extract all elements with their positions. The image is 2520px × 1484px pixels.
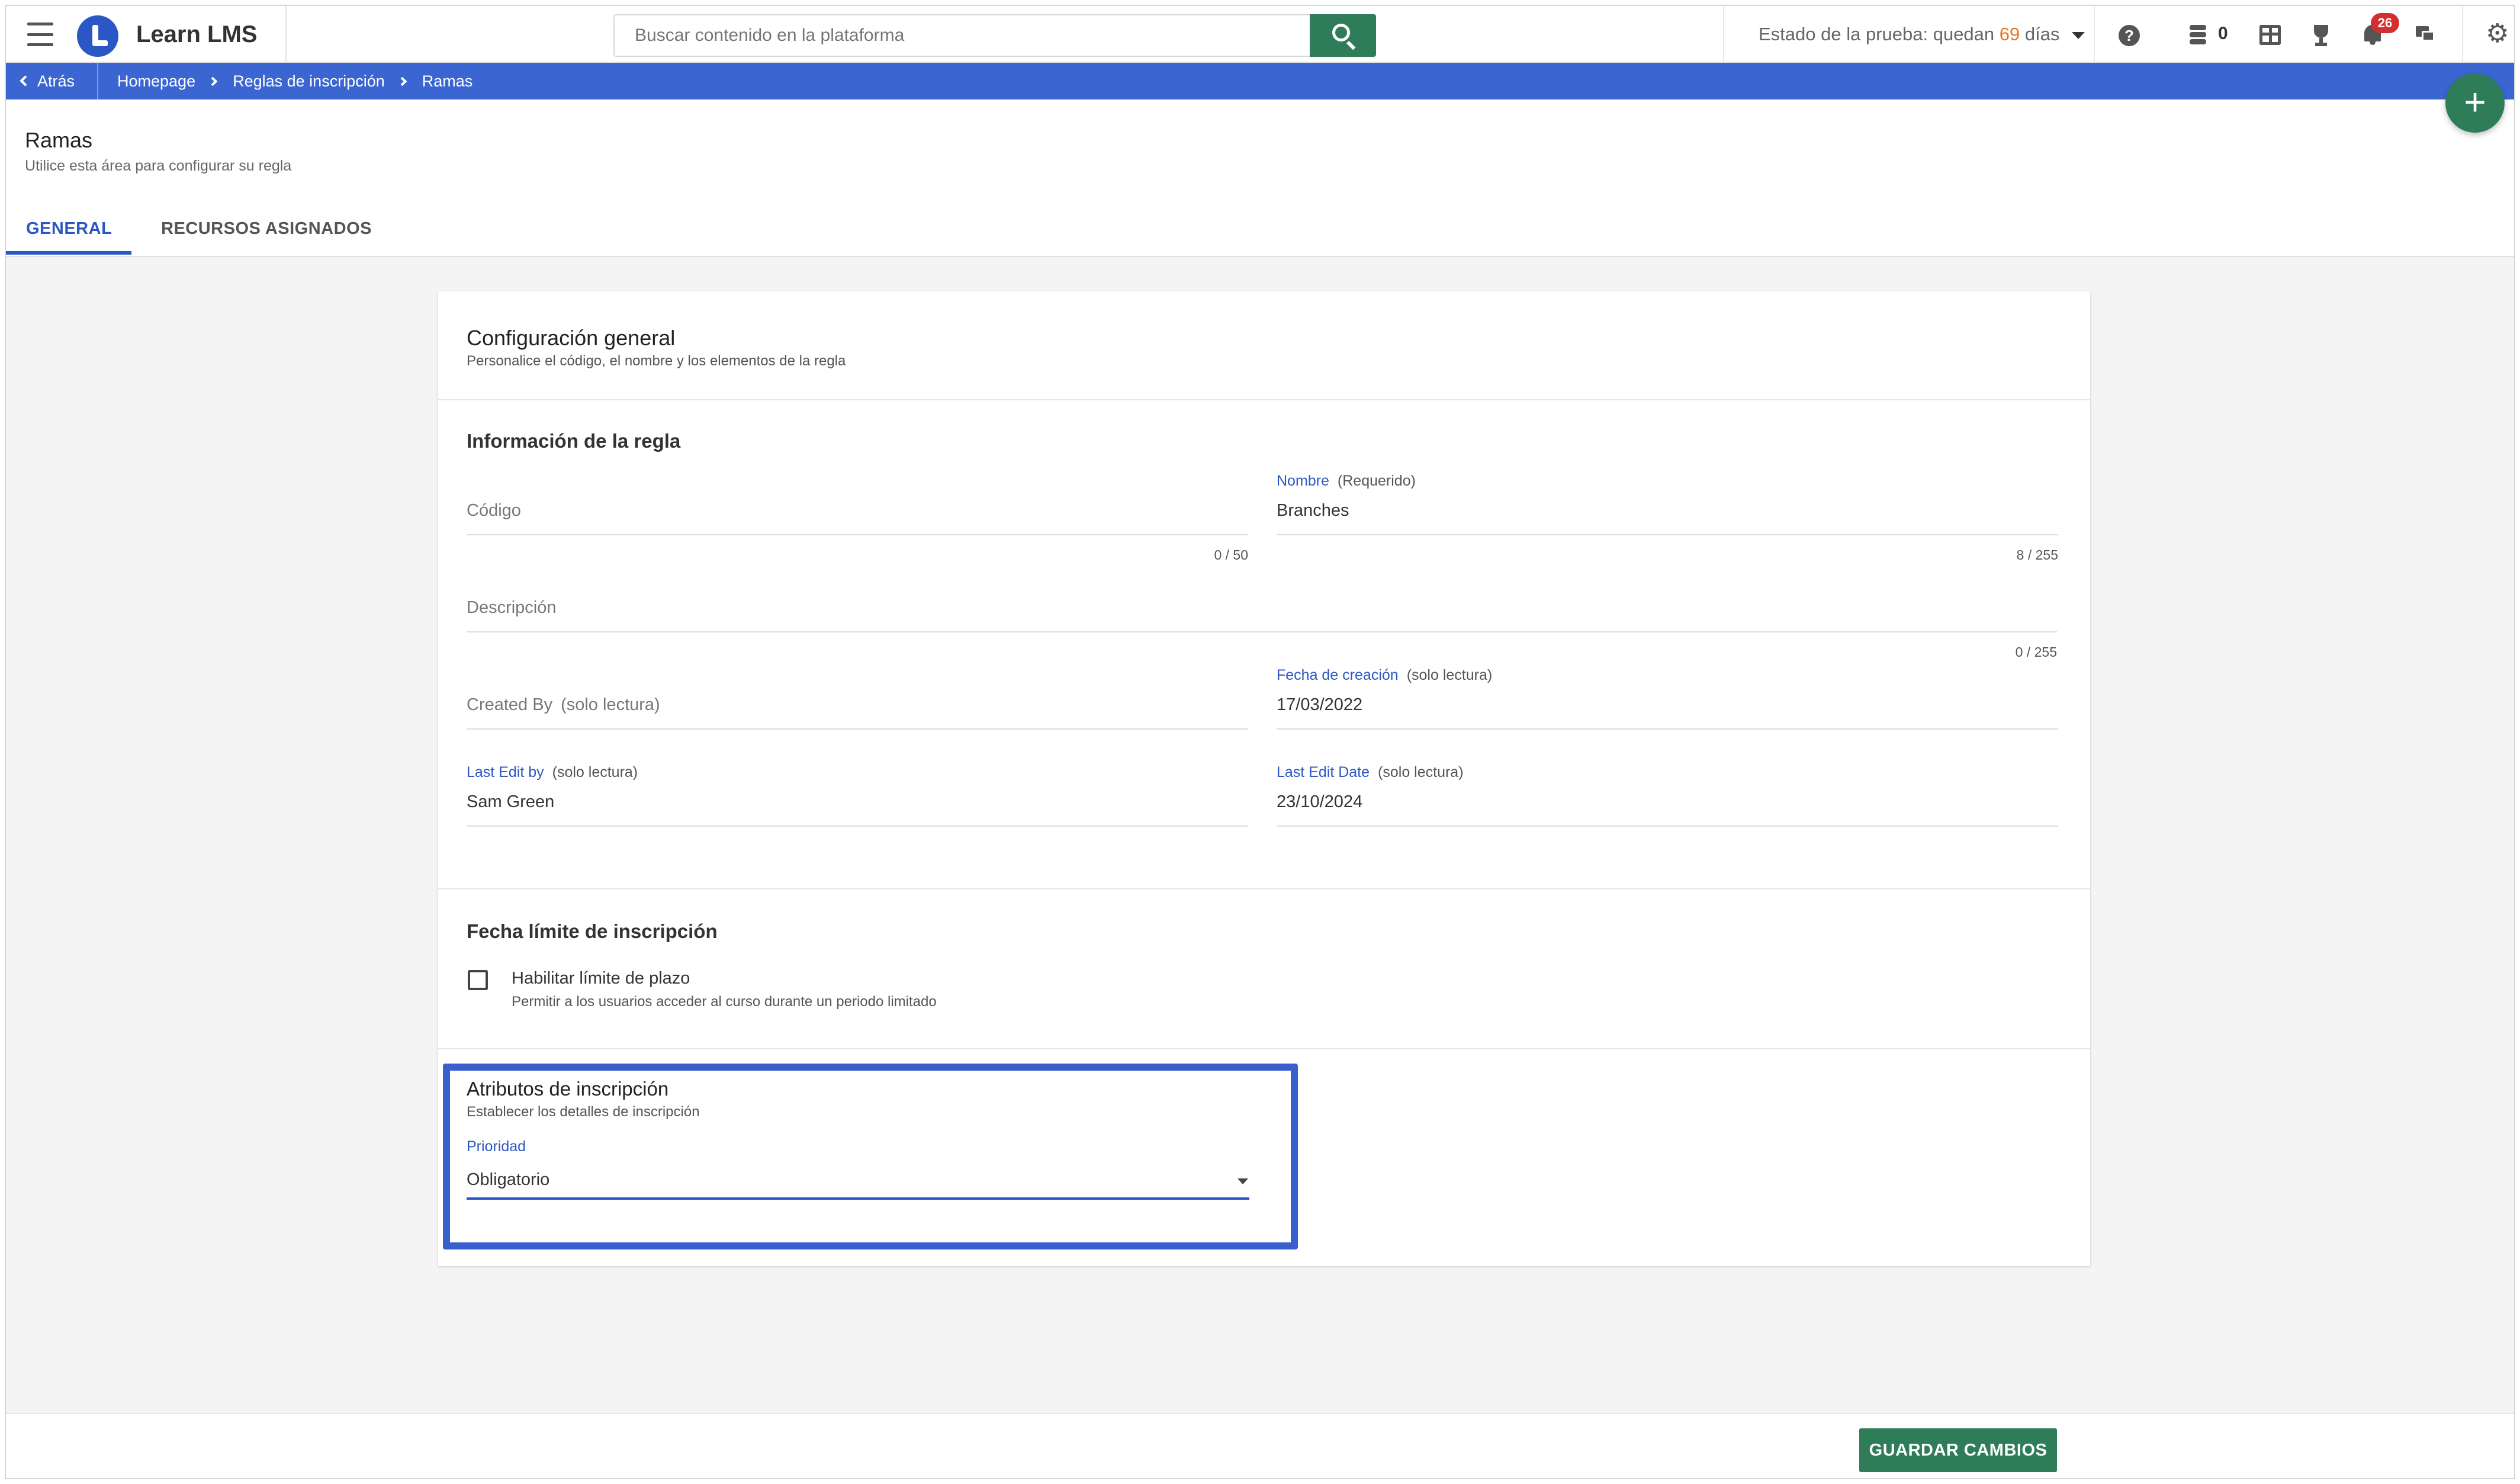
coins-count: 0 [2218,24,2228,43]
codigo-counter: 0 / 50 [1214,547,1248,563]
menu-icon[interactable] [27,23,53,46]
fecha-creacion-label: Fecha de creación [1277,667,1399,683]
fecha-creacion-value: 17/03/2022 [1277,695,1363,714]
search-button[interactable] [1310,14,1376,57]
trial-suffix: días [2024,24,2060,44]
search-input[interactable] [613,14,1310,57]
chat-icon[interactable] [2416,26,2436,44]
coins-icon[interactable] [2190,24,2213,47]
nombre-counter: 8 / 255 [2016,547,2058,563]
trophy-icon[interactable] [2310,25,2332,46]
descripcion-counter: 0 / 255 [2015,644,2057,660]
app-title[interactable]: Learn LMS [136,21,257,48]
breadcrumb-current: Ramas [422,72,473,90]
last-edit-by-label: Last Edit by [467,764,544,780]
chevron-right-icon [208,76,218,86]
breadcrumb-bar: Atrás Homepage Reglas de inscripción Ram… [6,63,2514,99]
footer-bar: GUARDAR CAMBIOS [6,1413,2514,1478]
breadcrumb-reglas[interactable]: Reglas de inscripción [233,72,385,91]
last-edit-date-label: Last Edit Date [1277,764,1370,780]
active-tab-indicator [6,251,131,255]
last-edit-date-value: 23/10/2024 [1277,792,1363,811]
card-subtitle: Personalice el código, el nombre y los e… [467,353,846,369]
breadcrumb: Homepage Reglas de inscripción Ramas [117,72,472,91]
chevron-left-icon [20,75,31,87]
gift-icon[interactable] [2259,25,2281,45]
deadline-heading: Fecha límite de inscripción [467,920,718,942]
search-icon [1332,24,1350,41]
enable-deadline-label[interactable]: Habilitar límite de plazo [512,969,690,988]
divider [285,6,287,63]
breadcrumb-homepage[interactable]: Homepage [117,72,195,91]
codigo-input[interactable]: Código [467,501,521,521]
rule-info-heading: Información de la regla [467,430,681,452]
top-bar: Learn LMS Estado de la prueba: quedan 69… [6,6,2514,63]
descripcion-input[interactable]: Descripción [467,598,557,618]
dropdown-arrow-icon[interactable] [1238,1178,1248,1184]
chevron-right-icon [397,76,407,86]
tab-recursos-asignados[interactable]: RECURSOS ASIGNADOS [161,219,372,239]
nombre-input[interactable]: Branches [1277,501,1349,521]
notification-badge: 26 [2371,13,2399,33]
trial-status-dropdown[interactable]: Estado de la prueba: quedan 69 días [1759,24,2085,45]
card-title: Configuración general [467,326,676,350]
page-header: Ramas Utilice esta área para configurar … [6,99,2514,257]
trial-days: 69 [1999,24,2020,44]
page-title: Ramas [25,128,93,152]
gear-icon[interactable]: ⚙ [2486,21,2509,47]
save-changes-button[interactable]: GUARDAR CAMBIOS [1859,1428,2057,1472]
general-settings-card: Configuración general Personalice el cód… [438,291,2090,1266]
logo-icon[interactable] [77,15,118,57]
priority-select[interactable]: Obligatorio [467,1170,549,1190]
help-icon[interactable]: ? [2119,25,2140,46]
attributes-heading: Atributos de inscripción [467,1078,669,1100]
last-edit-by-value: Sam Green [467,792,555,811]
page-subtitle: Utilice esta área para configurar su reg… [25,158,292,174]
app-frame: Learn LMS Estado de la prueba: quedan 69… [5,5,2515,1479]
trial-prefix: Estado de la prueba: quedan [1759,24,1995,44]
priority-label: Prioridad [467,1138,526,1155]
tab-general[interactable]: GENERAL [26,219,112,239]
enable-deadline-checkbox[interactable] [468,970,488,990]
add-button[interactable]: + [2445,73,2505,133]
attributes-subtitle: Establecer los detalles de inscripción [467,1104,700,1120]
nombre-label: Nombre [1277,473,1329,489]
enable-deadline-description: Permitir a los usuarios acceder al curso… [512,994,937,1010]
caret-down-icon [2072,31,2085,39]
back-button[interactable]: Atrás [20,72,75,91]
created-by-label: Created By [467,695,553,714]
